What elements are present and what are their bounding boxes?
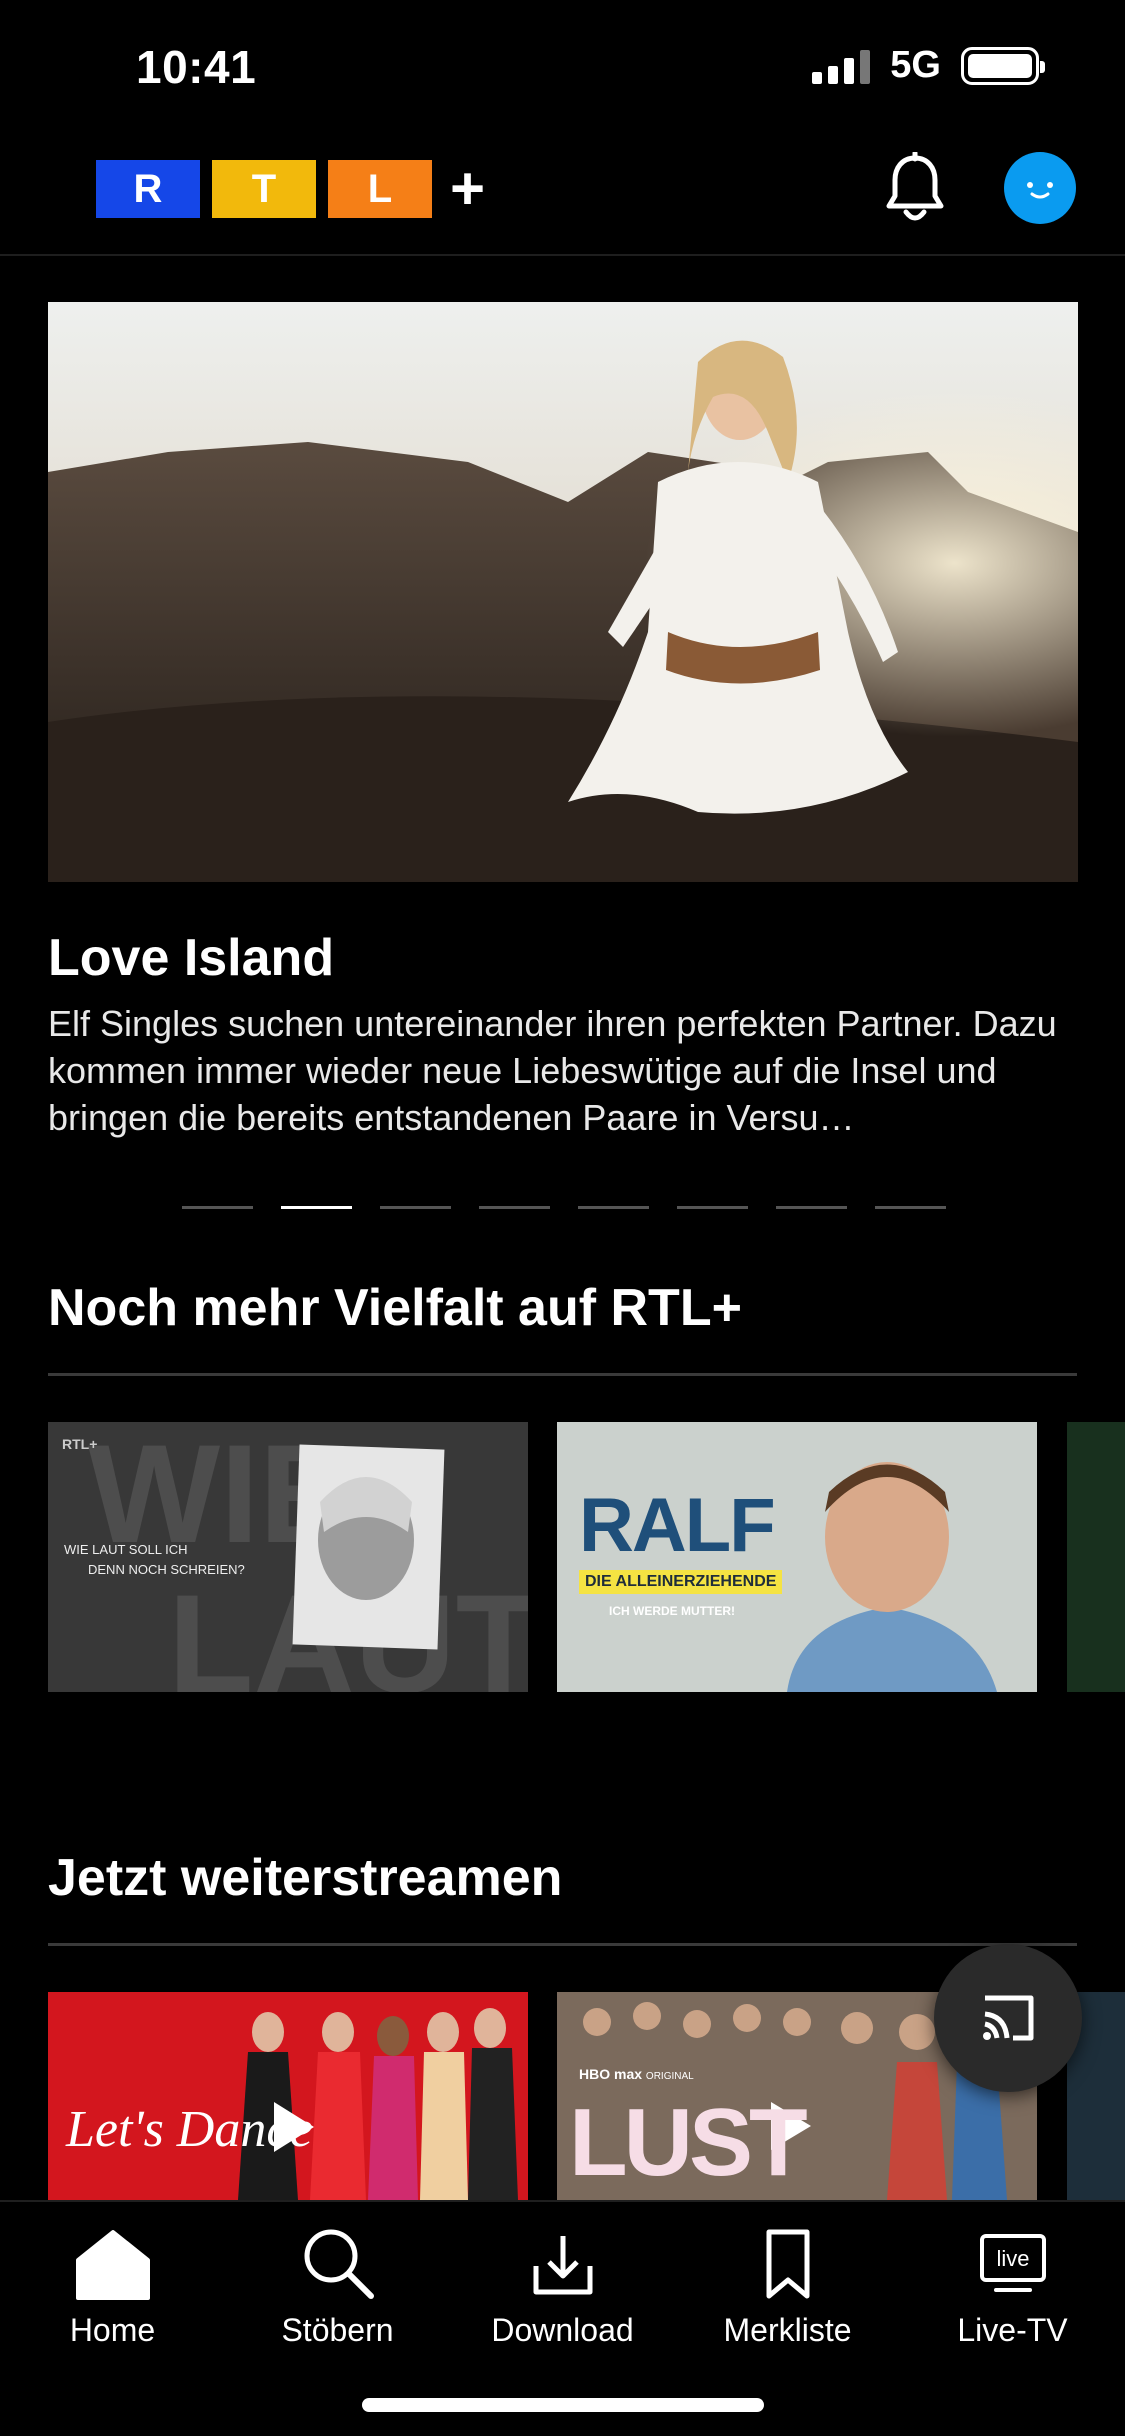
section-divider [48, 1373, 1077, 1376]
hero-image[interactable] [48, 302, 1078, 882]
logo-letter-l: L [328, 160, 432, 218]
tab-home[interactable]: Home [0, 2222, 225, 2349]
status-indicators: 5G [812, 44, 1045, 87]
card-brand: HBO max ORIGINAL [579, 2066, 694, 2082]
card-brand-name: HBO max [579, 2066, 643, 2082]
bell-icon[interactable] [884, 152, 946, 226]
bookmark-icon [766, 2229, 809, 2299]
home-icon [75, 2230, 150, 2300]
card-title: LUST [569, 2089, 808, 2196]
hero-title[interactable]: Love Island [48, 928, 334, 988]
cast-button[interactable] [934, 1944, 1082, 2092]
pagination-dot[interactable] [677, 1206, 748, 1209]
card-line1: WIE LAUT SOLL ICH [64, 1542, 188, 1557]
live-icon-text: live [996, 2246, 1029, 2271]
pagination-dot[interactable] [875, 1206, 946, 1209]
card-title: Let's Dance [66, 2101, 313, 2158]
tab-label: Download [491, 2312, 634, 2348]
pagination-dot[interactable] [380, 1206, 451, 1209]
content-card-lets-dance[interactable]: Let's Dance [48, 1992, 528, 2200]
hero-description: Elf Singles suchen untereinander ihren p… [48, 1003, 1057, 1138]
pagination-dot-active[interactable] [281, 1206, 352, 1209]
section-title-weiterstreamen: Jetzt weiterstreamen [48, 1849, 563, 1907]
avatar[interactable] [1004, 152, 1076, 224]
pagination-dot[interactable] [578, 1206, 649, 1209]
card-tag: RTL+ [62, 1436, 98, 1452]
pagination-dot[interactable] [776, 1206, 847, 1209]
card-line2: DENN NOCH SCHREIEN? [88, 1562, 245, 1577]
battery-icon [961, 46, 1045, 85]
section-divider [48, 1943, 1077, 1946]
tab-download[interactable]: Download [450, 2222, 675, 2349]
download-icon [533, 2236, 592, 2295]
pagination-dot[interactable] [479, 1206, 550, 1209]
content-card-wie-laut[interactable]: WIE LAUT RTL+ WIE LAUT SOLL ICH DENN NOC… [48, 1422, 528, 1692]
tab-label: Home [69, 2312, 156, 2348]
tab-stoebern[interactable]: Stöbern [225, 2222, 450, 2349]
home-indicator[interactable] [362, 2398, 764, 2412]
section-title-vielfalt: Noch mehr Vielfalt auf RTL+ [48, 1279, 742, 1337]
pagination-dot[interactable] [182, 1206, 253, 1209]
logo-letter-r: R [96, 160, 200, 218]
tab-label: Stöbern [281, 2312, 394, 2348]
cast-icon [983, 1995, 1034, 2041]
rtl-plus-logo[interactable]: R T L + [96, 155, 486, 222]
logo-plus: + [450, 155, 486, 222]
card-tagline: ICH WERDE MUTTER! [609, 1604, 735, 1618]
card-title: RALF [579, 1483, 776, 1568]
status-time: 10:41 [136, 41, 257, 93]
hero-pagination [182, 1206, 946, 1209]
content-card-ralf[interactable]: RALF DIE ALLEINERZIEHENDE ICH WERDE MUTT… [557, 1422, 1037, 1692]
card-brand-suffix: ORIGINAL [645, 2071, 694, 2082]
content-card-partial[interactable] [1067, 1422, 1125, 1692]
logo-letter-t: T [212, 160, 316, 218]
tab-merkliste[interactable]: Merkliste [675, 2222, 900, 2349]
avatar-face-icon [1027, 182, 1053, 199]
tab-label: Live-TV [957, 2312, 1068, 2348]
search-icon [304, 2229, 374, 2299]
signal-icon [812, 48, 871, 84]
tab-label: Merkliste [723, 2312, 852, 2348]
header-divider [0, 254, 1125, 256]
tab-live-tv[interactable]: live Live-TV [900, 2222, 1125, 2349]
network-label: 5G [890, 44, 941, 86]
card-subtitle: DIE ALLEINERZIEHENDE [579, 1570, 783, 1594]
live-tv-icon: live [979, 2234, 1046, 2292]
